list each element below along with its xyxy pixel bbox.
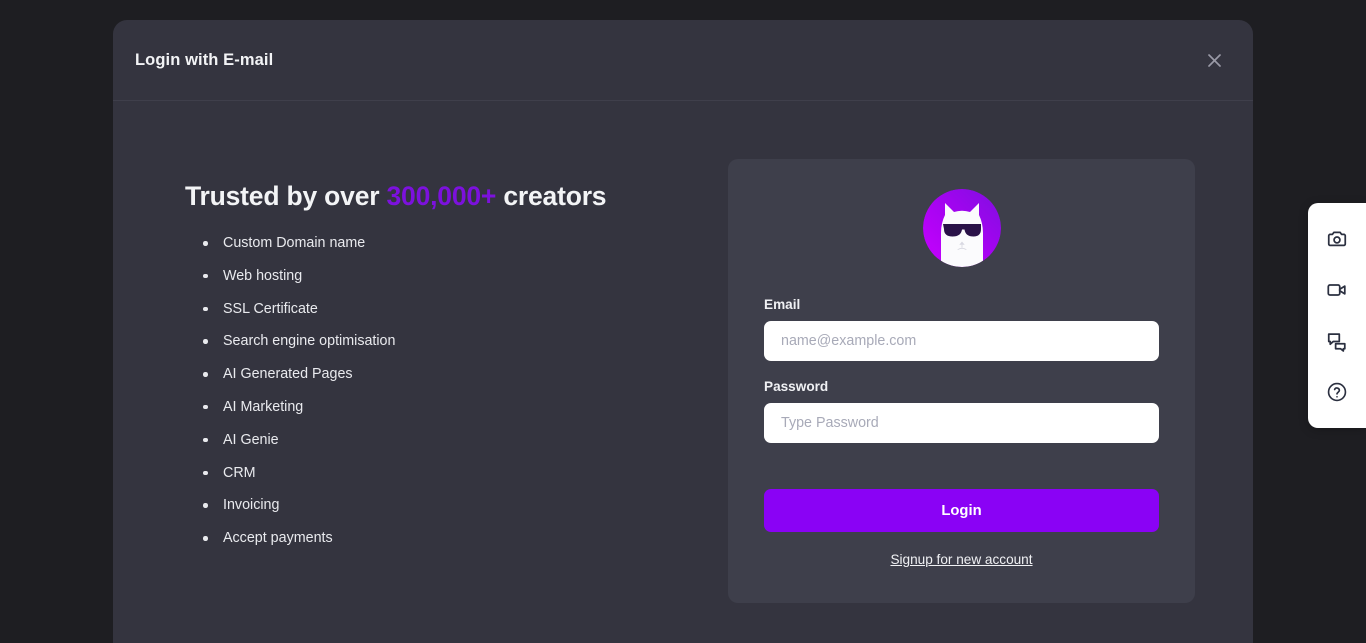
list-item: AI Marketing — [197, 400, 690, 414]
modal-title: Login with E-mail — [135, 50, 274, 69]
list-item: Custom Domain name — [197, 236, 690, 250]
signup-link[interactable]: Signup for new account — [890, 552, 1032, 567]
feature-label: AI Generated Pages — [223, 366, 353, 383]
list-item: SSL Certificate — [197, 300, 690, 317]
feature-label: Web hosting — [223, 267, 303, 284]
cat-sunglasses-avatar-icon — [922, 189, 1001, 267]
side-toolbar — [1308, 203, 1366, 428]
login-button[interactable]: Login — [764, 489, 1159, 532]
camera-icon — [1326, 228, 1348, 250]
list-item: Invoicing — [197, 497, 690, 514]
list-item: Web hosting — [197, 269, 690, 283]
avatar-wrap — [764, 189, 1159, 267]
feature-list: Custom Domain name Web hosting SSL Certi… — [197, 236, 690, 545]
login-card: Email Password Login Signup for new acco… — [728, 159, 1195, 603]
modal-header: Login with E-mail — [113, 20, 1253, 101]
list-item: Accept payments — [197, 531, 690, 545]
feature-label: Custom Domain name — [223, 235, 366, 251]
feature-label: CRM — [223, 464, 256, 481]
video-camera-icon — [1326, 279, 1348, 301]
record-video-button[interactable] — [1320, 273, 1354, 307]
help-circle-icon — [1326, 381, 1348, 403]
signup-link-wrap: Signup for new account — [764, 551, 1159, 569]
screenshot-button[interactable] — [1320, 222, 1354, 256]
promo-section: Trusted by over 300,000+ creators Custom… — [185, 163, 690, 564]
email-label: Email — [764, 297, 801, 312]
feature-label: Invoicing — [223, 497, 280, 514]
help-button[interactable] — [1320, 375, 1354, 409]
list-item: AI Generated Pages — [197, 367, 690, 381]
close-button[interactable] — [1197, 43, 1231, 77]
email-field-group: Email — [764, 297, 1159, 361]
feature-label: Search engine optimisation — [223, 333, 396, 350]
feature-label: AI Marketing — [223, 398, 304, 415]
promo-heading-prefix: Trusted by over — [185, 181, 387, 211]
login-modal: Login with E-mail Trusted by over 300,00… — [113, 20, 1253, 643]
password-field-group: Password — [764, 379, 1159, 443]
promo-heading: Trusted by over 300,000+ creators — [185, 181, 690, 212]
password-input[interactable] — [764, 403, 1159, 443]
promo-heading-accent: 300,000+ — [386, 181, 497, 211]
chat-bubbles-icon — [1326, 330, 1348, 352]
promo-heading-suffix: creators — [496, 181, 607, 211]
email-input[interactable] — [764, 321, 1159, 361]
close-icon — [1206, 52, 1223, 69]
list-item: AI Genie — [197, 433, 690, 447]
password-label: Password — [764, 379, 829, 394]
feature-label: SSL Certificate — [223, 300, 318, 317]
modal-body: Trusted by over 300,000+ creators Custom… — [113, 101, 1253, 603]
chat-button[interactable] — [1320, 324, 1354, 358]
feature-label: AI Genie — [223, 431, 279, 448]
list-item: Search engine optimisation — [197, 333, 690, 350]
feature-label: Accept payments — [223, 530, 333, 547]
list-item: CRM — [197, 464, 690, 481]
